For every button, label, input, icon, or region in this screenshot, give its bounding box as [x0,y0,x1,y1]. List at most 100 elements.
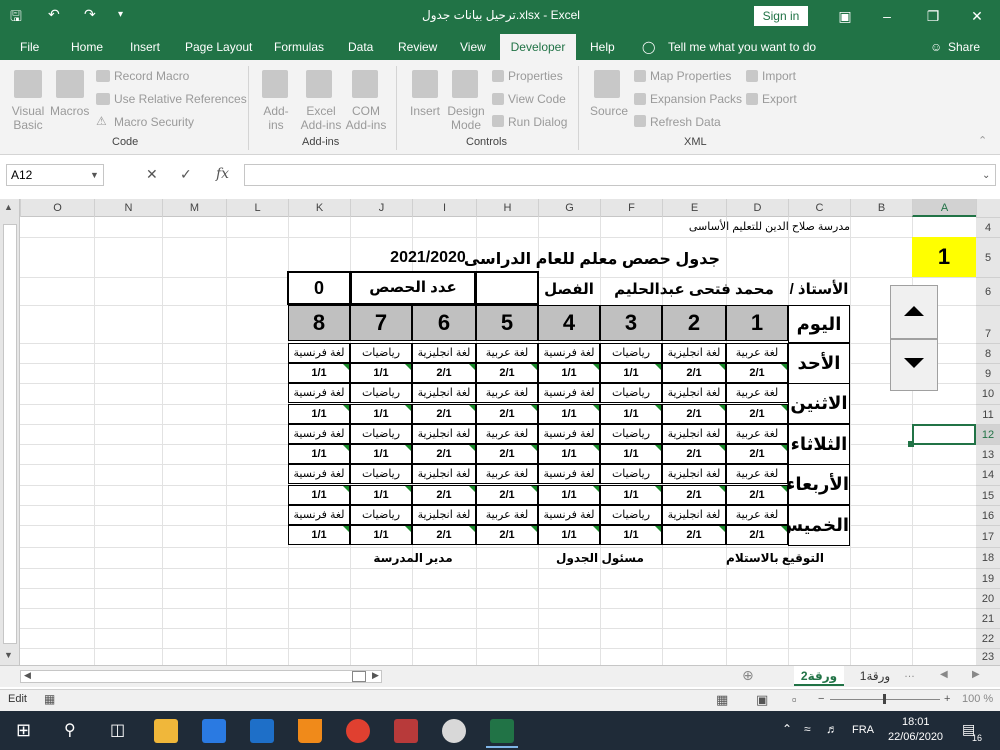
clock-date[interactable]: 22/06/2020 [888,731,943,743]
subject-cell[interactable]: رياضيات [350,505,412,525]
zoom-in-icon[interactable]: + [944,693,950,705]
macro-security-button[interactable]: Macro Security [114,115,194,129]
winrar-icon[interactable] [394,719,418,743]
column-header-h[interactable]: H [476,199,538,217]
subject-cell[interactable]: لغة عربية [476,343,538,363]
subject-cell[interactable]: لغة عربية [476,464,538,484]
subject-cell[interactable]: رياضيات [600,343,662,363]
subject-cell[interactable]: لغة عربية [726,464,788,484]
row-header[interactable]: 21 [976,608,1000,628]
hscroll-thumb[interactable] [352,671,366,682]
select-all-corner[interactable] [976,199,1000,217]
subject-cell[interactable]: لغة فرنسية [538,464,600,484]
sheet-tab[interactable]: ورقة1 [852,666,898,686]
normal-view-icon[interactable]: ▦ [716,692,728,708]
tab-file[interactable]: File [20,40,39,54]
next-sheet-icon[interactable]: ▶ [972,669,980,680]
column-header-n[interactable]: N [94,199,162,217]
class-fraction-cell[interactable]: 1/1 [600,444,662,464]
class-fraction-cell[interactable]: 2/1 [412,525,476,545]
row-header[interactable]: 9 [976,363,1000,383]
subject-cell[interactable]: لغة انجليزية [662,343,726,363]
chrome-icon[interactable] [346,719,370,743]
class-fraction-cell[interactable]: 2/1 [476,363,538,383]
class-fraction-cell[interactable]: 2/1 [662,525,726,545]
subject-cell[interactable]: لغة عربية [726,505,788,525]
class-fraction-cell[interactable]: 2/1 [412,444,476,464]
class-fraction-cell[interactable]: 1/1 [350,525,412,545]
add-sheet-icon[interactable]: ⊕ [742,667,754,684]
class-fraction-cell[interactable]: 2/1 [412,485,476,505]
tab-page-layout[interactable]: Page Layout [185,40,252,54]
column-header-c[interactable]: C [788,199,850,217]
prev-sheet-icon[interactable]: ◀ [940,669,948,680]
clock-app-icon[interactable] [442,719,466,743]
column-header-m[interactable]: M [162,199,226,217]
zoom-slider-thumb[interactable] [883,694,886,704]
subject-cell[interactable]: لغة فرنسية [538,505,600,525]
column-header-d[interactable]: D [726,199,788,217]
class-fraction-cell[interactable]: 2/1 [476,485,538,505]
scroll-right-icon[interactable]: ▶ [372,670,379,681]
column-header-i[interactable]: I [412,199,476,217]
import-button[interactable]: Import [762,69,796,83]
scroll-up-icon[interactable]: ▲ [4,202,13,212]
store-icon[interactable] [202,719,226,743]
class-fraction-cell[interactable]: 1/1 [288,444,350,464]
class-fraction-cell[interactable]: 1/1 [600,404,662,424]
row-header[interactable]: 23 [976,648,1000,665]
source-button[interactable]: Source [590,104,628,118]
column-header-b[interactable]: B [850,199,912,217]
vlc-icon[interactable] [298,719,322,743]
tab-developer[interactable]: Developer [500,34,576,60]
row-header[interactable]: 11 [976,404,1000,424]
customize-qat-icon[interactable]: ▾ [118,9,123,20]
subject-cell[interactable]: رياضيات [600,505,662,525]
undo-icon[interactable]: ↶ [48,6,60,23]
subject-cell[interactable]: لغة انجليزية [412,505,476,525]
class-fraction-cell[interactable]: 1/1 [288,525,350,545]
subject-cell[interactable]: رياضيات [600,424,662,444]
view-code-button[interactable]: View Code [508,92,566,106]
com-addins-button[interactable]: COM Add-ins [343,104,389,132]
class-fraction-cell[interactable]: 1/1 [350,485,412,505]
row-header[interactable]: 17 [976,525,1000,547]
cancel-icon[interactable]: ✕ [146,166,158,183]
save-icon[interactable]: 🖫 [10,6,22,30]
subject-cell[interactable]: لغة عربية [726,424,788,444]
row-header[interactable]: 4 [976,217,1000,237]
class-fraction-cell[interactable]: 1/1 [600,485,662,505]
row-header[interactable]: 7 [976,305,1000,343]
fill-handle[interactable] [908,441,914,447]
class-fraction-cell[interactable]: 2/1 [726,444,788,464]
row-header[interactable]: 22 [976,628,1000,648]
class-fraction-cell[interactable]: 1/1 [538,363,600,383]
sheet-tab-active[interactable]: ورقة2 [794,666,844,686]
class-fraction-cell[interactable]: 2/1 [662,363,726,383]
scroll-left-icon[interactable]: ◀ [24,670,31,681]
active-cell[interactable] [912,424,976,445]
class-fraction-cell[interactable]: 1/1 [288,404,350,424]
macro-record-icon[interactable]: ▦ [44,692,55,706]
column-header-l[interactable]: L [226,199,288,217]
tray-chevron-icon[interactable]: ⌃ [782,722,792,736]
subject-cell[interactable]: رياضيات [600,383,662,403]
row-header[interactable]: 14 [976,464,1000,485]
name-box-dropdown-icon[interactable]: ▼ [90,170,99,180]
task-view-icon[interactable]: ◫ [110,720,125,740]
class-fraction-cell[interactable]: 1/1 [288,485,350,505]
class-fraction-cell[interactable]: 1/1 [288,363,350,383]
close-icon[interactable]: ✕ [954,0,1000,32]
expansion-packs-button[interactable]: Expansion Packs [650,92,742,106]
subject-cell[interactable]: لغة فرنسية [288,505,350,525]
subject-cell[interactable]: رياضيات [350,343,412,363]
redo-icon[interactable]: ↷ [84,6,96,23]
tab-review[interactable]: Review [398,40,437,54]
class-fraction-cell[interactable]: 2/1 [476,525,538,545]
subject-cell[interactable]: لغة انجليزية [412,424,476,444]
macros-button[interactable]: Macros [50,104,89,118]
file-explorer-icon[interactable] [154,719,178,743]
zoom-out-icon[interactable]: − [818,693,824,705]
run-dialog-button[interactable]: Run Dialog [508,115,567,129]
row-header[interactable]: 13 [976,444,1000,464]
